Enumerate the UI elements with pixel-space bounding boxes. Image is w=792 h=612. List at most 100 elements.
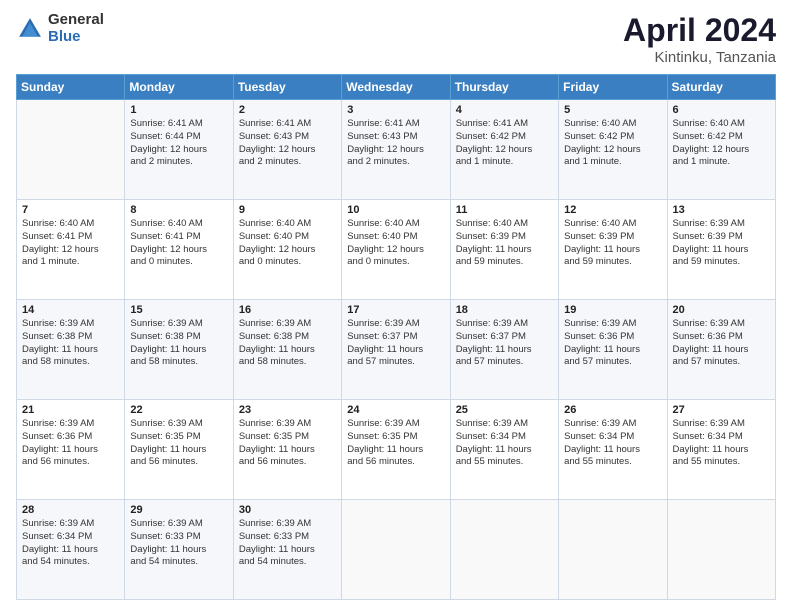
calendar-cell: 14 Sunrise: 6:39 AM Sunset: 6:38 PM Dayli… <box>17 300 125 400</box>
day-number: 5 <box>564 104 661 116</box>
calendar-header-tuesday: Tuesday <box>233 75 341 100</box>
day-number: 30 <box>239 504 336 516</box>
calendar-cell: 9Sunrise: 6:40 AM Sunset: 6:40 PM Daylig… <box>233 200 341 300</box>
day-info: Sunrise: 6:39 AM Sunset: 6:34 PM Dayligh… <box>456 418 553 469</box>
calendar-cell: 17Sunrise: 6:39 AM Sunset: 6:37 PM Dayli… <box>342 300 450 400</box>
day-info: Sunrise: 6:39 AM Sunset: 6:36 PM Dayligh… <box>22 418 119 469</box>
day-info: Sunrise: 6:41 AM Sunset: 6:42 PM Dayligh… <box>456 118 553 169</box>
day-number: 28 <box>22 504 119 516</box>
calendar-cell: 19 Sunrise: 6:39 AM Sunset: 6:36 PM Dayli… <box>559 300 667 400</box>
header: General Blue April 2024 Kintinku, Tanzan… <box>16 12 776 66</box>
main-title: April 2024 <box>623 12 776 49</box>
calendar-cell <box>450 500 558 600</box>
calendar-cell: 22Sunrise: 6:39 AM Sunset: 6:35 PM Dayli… <box>125 400 233 500</box>
calendar-header-saturday: Saturday <box>667 75 775 100</box>
calendar-cell: 2 Sunrise: 6:41 AM Sunset: 6:43 PM Daylig… <box>233 100 341 200</box>
calendar-table: SundayMondayTuesdayWednesdayThursdayFrid… <box>16 74 776 600</box>
calendar-cell: 15Sunrise: 6:39 AM Sunset: 6:38 PM Dayli… <box>125 300 233 400</box>
calendar-cell: 4 Sunrise: 6:41 AM Sunset: 6:42 PM Daylig… <box>450 100 558 200</box>
calendar-cell: 20 Sunrise: 6:39 AM Sunset: 6:36 PM Dayli… <box>667 300 775 400</box>
day-info: Sunrise: 6:39 AM Sunset: 6:39 PM Dayligh… <box>673 218 770 269</box>
day-number: 9 <box>239 204 336 216</box>
day-number: 20 <box>673 304 770 316</box>
title-block: April 2024 Kintinku, Tanzania <box>623 12 776 66</box>
day-number: 4 <box>456 104 553 116</box>
calendar-cell: 6 Sunrise: 6:40 AM Sunset: 6:42 PM Daylig… <box>667 100 775 200</box>
day-info: Sunrise: 6:39 AM Sunset: 6:35 PM Dayligh… <box>239 418 336 469</box>
day-number: 12 <box>564 204 661 216</box>
day-number: 3 <box>347 104 444 116</box>
day-info: Sunrise: 6:39 AM Sunset: 6:34 PM Dayligh… <box>22 518 119 569</box>
day-number: 29 <box>130 504 227 516</box>
day-info: Sunrise: 6:39 AM Sunset: 6:38 PM Dayligh… <box>22 318 119 369</box>
calendar-cell: 7 Sunrise: 6:40 AM Sunset: 6:41 PM Daylig… <box>17 200 125 300</box>
day-info: Sunrise: 6:39 AM Sunset: 6:38 PM Dayligh… <box>239 318 336 369</box>
day-info: Sunrise: 6:39 AM Sunset: 6:37 PM Dayligh… <box>347 318 444 369</box>
day-number: 7 <box>22 204 119 216</box>
day-info: Sunrise: 6:39 AM Sunset: 6:36 PM Dayligh… <box>673 318 770 369</box>
day-info: Sunrise: 6:39 AM Sunset: 6:36 PM Dayligh… <box>564 318 661 369</box>
day-number: 11 <box>456 204 553 216</box>
calendar-cell: 11Sunrise: 6:40 AM Sunset: 6:39 PM Dayli… <box>450 200 558 300</box>
day-info: Sunrise: 6:39 AM Sunset: 6:33 PM Dayligh… <box>130 518 227 569</box>
day-number: 25 <box>456 404 553 416</box>
day-info: Sunrise: 6:40 AM Sunset: 6:40 PM Dayligh… <box>347 218 444 269</box>
day-info: Sunrise: 6:39 AM Sunset: 6:34 PM Dayligh… <box>673 418 770 469</box>
calendar-cell: 16Sunrise: 6:39 AM Sunset: 6:38 PM Dayli… <box>233 300 341 400</box>
day-number: 19 <box>564 304 661 316</box>
logo-general-text: General <box>48 12 104 29</box>
calendar-header-wednesday: Wednesday <box>342 75 450 100</box>
calendar-cell: 30Sunrise: 6:39 AM Sunset: 6:33 PM Dayli… <box>233 500 341 600</box>
day-number: 10 <box>347 204 444 216</box>
calendar-week-4: 21Sunrise: 6:39 AM Sunset: 6:36 PM Dayli… <box>17 400 776 500</box>
calendar-cell: 5 Sunrise: 6:40 AM Sunset: 6:42 PM Daylig… <box>559 100 667 200</box>
day-info: Sunrise: 6:41 AM Sunset: 6:43 PM Dayligh… <box>347 118 444 169</box>
day-number: 27 <box>673 404 770 416</box>
day-info: Sunrise: 6:39 AM Sunset: 6:35 PM Dayligh… <box>347 418 444 469</box>
day-number: 13 <box>673 204 770 216</box>
day-info: Sunrise: 6:40 AM Sunset: 6:39 PM Dayligh… <box>564 218 661 269</box>
calendar-cell <box>17 100 125 200</box>
calendar-cell: 25 Sunrise: 6:39 AM Sunset: 6:34 PM Dayli… <box>450 400 558 500</box>
calendar-cell: 24Sunrise: 6:39 AM Sunset: 6:35 PM Dayli… <box>342 400 450 500</box>
day-number: 15 <box>130 304 227 316</box>
calendar-cell: 12 Sunrise: 6:40 AM Sunset: 6:39 PM Dayli… <box>559 200 667 300</box>
day-number: 6 <box>673 104 770 116</box>
calendar-cell <box>559 500 667 600</box>
calendar-header: SundayMondayTuesdayWednesdayThursdayFrid… <box>17 75 776 100</box>
day-number: 18 <box>456 304 553 316</box>
calendar-cell: 23 Sunrise: 6:39 AM Sunset: 6:35 PM Dayli… <box>233 400 341 500</box>
day-info: Sunrise: 6:41 AM Sunset: 6:43 PM Dayligh… <box>239 118 336 169</box>
calendar-cell: 3 Sunrise: 6:41 AM Sunset: 6:43 PM Daylig… <box>342 100 450 200</box>
calendar-cell: 18Sunrise: 6:39 AM Sunset: 6:37 PM Dayli… <box>450 300 558 400</box>
calendar-cell: 1 Sunrise: 6:41 AM Sunset: 6:44 PM Daylig… <box>125 100 233 200</box>
logo-blue-text: Blue <box>48 29 104 46</box>
logo-icon <box>16 15 44 43</box>
subtitle: Kintinku, Tanzania <box>623 49 776 66</box>
calendar-cell <box>342 500 450 600</box>
calendar-week-2: 7 Sunrise: 6:40 AM Sunset: 6:41 PM Daylig… <box>17 200 776 300</box>
calendar-cell: 27 Sunrise: 6:39 AM Sunset: 6:34 PM Dayli… <box>667 400 775 500</box>
calendar-header-sunday: Sunday <box>17 75 125 100</box>
day-number: 14 <box>22 304 119 316</box>
day-info: Sunrise: 6:40 AM Sunset: 6:42 PM Dayligh… <box>673 118 770 169</box>
day-info: Sunrise: 6:40 AM Sunset: 6:42 PM Dayligh… <box>564 118 661 169</box>
calendar-week-1: 1 Sunrise: 6:41 AM Sunset: 6:44 PM Daylig… <box>17 100 776 200</box>
day-number: 1 <box>130 104 227 116</box>
day-number: 26 <box>564 404 661 416</box>
calendar-week-3: 14 Sunrise: 6:39 AM Sunset: 6:38 PM Dayli… <box>17 300 776 400</box>
day-number: 23 <box>239 404 336 416</box>
calendar-body: 1 Sunrise: 6:41 AM Sunset: 6:44 PM Daylig… <box>17 100 776 600</box>
day-number: 2 <box>239 104 336 116</box>
day-info: Sunrise: 6:40 AM Sunset: 6:41 PM Dayligh… <box>22 218 119 269</box>
calendar-cell: 13 Sunrise: 6:39 AM Sunset: 6:39 PM Dayli… <box>667 200 775 300</box>
day-info: Sunrise: 6:41 AM Sunset: 6:44 PM Dayligh… <box>130 118 227 169</box>
day-info: Sunrise: 6:39 AM Sunset: 6:34 PM Dayligh… <box>564 418 661 469</box>
calendar-header-row: SundayMondayTuesdayWednesdayThursdayFrid… <box>17 75 776 100</box>
logo: General Blue <box>16 12 104 45</box>
logo-text: General Blue <box>48 12 104 45</box>
day-number: 22 <box>130 404 227 416</box>
calendar-week-5: 28 Sunrise: 6:39 AM Sunset: 6:34 PM Dayli… <box>17 500 776 600</box>
calendar-header-monday: Monday <box>125 75 233 100</box>
calendar-cell: 21Sunrise: 6:39 AM Sunset: 6:36 PM Dayli… <box>17 400 125 500</box>
